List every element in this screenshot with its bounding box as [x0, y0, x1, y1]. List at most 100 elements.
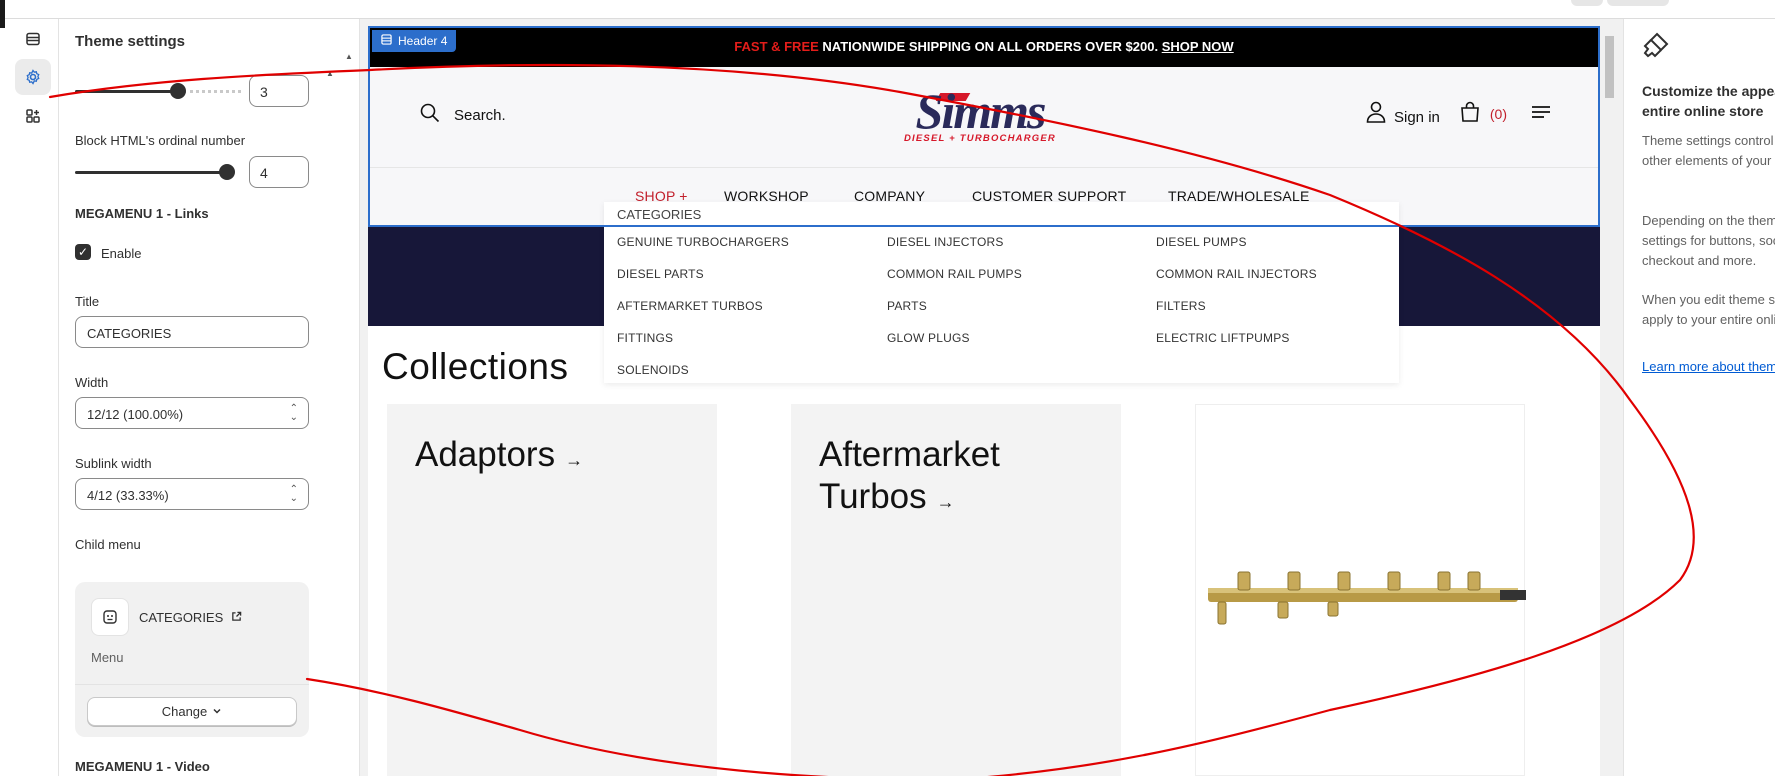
collections-heading: Collections [382, 346, 569, 387]
megamenu-dropdown: CATEGORIES GENUINE TURBOCHARGERS DIESEL … [604, 202, 1399, 383]
child-menu-type: Menu [91, 650, 124, 665]
info-paragraph: Theme settings control the typography an… [1642, 133, 1775, 168]
megamenu-link[interactable]: FILTERS [1156, 299, 1206, 313]
info-panel: Customize the appearance of your entire … [1623, 19, 1775, 776]
select-chevron-icon: ⌃ ⌄ [289, 403, 298, 423]
top-button[interactable] [1571, 0, 1603, 6]
search-label: Search. [454, 106, 506, 124]
paintbrush-icon [1642, 31, 1670, 64]
video-heading: MEGAMENU 1 - Video [75, 759, 210, 774]
child-menu-label: Child menu [75, 537, 141, 552]
arrow-right-icon: → [565, 450, 584, 470]
search-button[interactable]: Search. [420, 103, 506, 127]
top-button[interactable] [1607, 0, 1669, 6]
ordinal-label: Block HTML's ordinal number [75, 133, 246, 148]
scroll-up-arrow-icon[interactable]: ▲ [345, 52, 353, 61]
width-label: Width [75, 375, 109, 390]
megamenu-link[interactable]: DIESEL INJECTORS [887, 235, 1004, 249]
theme-settings-panel: Theme settings 3 Block HTML's ordinal nu… [60, 19, 360, 776]
enable-checkbox[interactable]: ✓ [75, 244, 91, 260]
megamenu-link[interactable]: GLOW PLUGS [887, 331, 970, 345]
divider [75, 684, 309, 685]
shop-now-link[interactable]: SHOP NOW [1162, 39, 1234, 54]
announcement-prefix: FAST & FREE [734, 39, 819, 54]
collection-title-text: Adaptors [415, 435, 556, 474]
arrow-right-icon: → [936, 492, 955, 512]
enable-label: Enable [101, 246, 142, 261]
announcement-text: NATIONWIDE SHIPPING ON ALL ORDERS OVER $… [822, 39, 1159, 54]
sublink-width-select[interactable]: 4/12 (33.33%) ⌃ ⌄ [75, 478, 309, 510]
scrollbar-thumb[interactable] [1605, 36, 1614, 98]
slider-row: 4 [75, 156, 315, 188]
change-button[interactable]: Change [87, 697, 297, 726]
info-paragraph: When you edit theme settings, changes ap… [1642, 292, 1775, 327]
slider-row: 3 [75, 75, 315, 107]
chevron-down-icon [212, 704, 222, 719]
info-paragraph: Depending on the theme, this can include… [1642, 213, 1775, 268]
announcement-bar: FAST & FREE NATIONWIDE SHIPPING ON ALL O… [368, 26, 1600, 67]
width-select[interactable]: 12/12 (100.00%) ⌃ ⌄ [75, 397, 309, 429]
logo-wordmark: Simms [915, 83, 1047, 139]
slider-handle[interactable] [170, 83, 186, 99]
external-link-icon[interactable] [231, 610, 242, 625]
collection-card-title: Aftermarket Turbos → [819, 434, 1039, 523]
slider-track [75, 171, 227, 174]
title-input[interactable]: CATEGORIES [75, 316, 309, 348]
account-icon[interactable] [1366, 101, 1386, 127]
child-menu-card: CATEGORIES Menu Change [75, 582, 309, 737]
editor-icon-rail [5, 19, 59, 776]
collection-card-aftermarket-turbos[interactable]: Aftermarket Turbos → [791, 404, 1121, 776]
scroll-up-arrow-icon[interactable]: ▲ [326, 69, 334, 78]
megamenu-link[interactable]: ELECTRIC LIFTPUMPS [1156, 331, 1290, 345]
learn-more-link[interactable]: Learn more about theme settings [1642, 359, 1775, 374]
hamburger-menu-icon[interactable] [1531, 105, 1551, 123]
megamenu-title: CATEGORIES [617, 207, 702, 222]
megamenu-link[interactable]: SOLENOIDS [617, 363, 689, 377]
store-preview: FAST & FREE NATIONWIDE SHIPPING ON ALL O… [368, 26, 1600, 776]
preview-scrollbar[interactable] [1602, 26, 1618, 776]
width-select-value: 12/12 (100.00%) [87, 407, 184, 422]
collection-title-text: Aftermarket Turbos [819, 435, 1000, 516]
search-icon [420, 103, 440, 127]
title-label: Title [75, 294, 100, 309]
theme-settings-icon[interactable] [15, 59, 51, 95]
store-header: Search. Simms DIESEL + TURBOCHARGER Sign… [368, 67, 1600, 167]
ordinal-value-input[interactable]: 4 [249, 156, 309, 188]
store-logo[interactable]: Simms DIESEL + TURBOCHARGER [880, 85, 1080, 145]
megamenu-link[interactable]: AFTERMARKET TURBOS [617, 299, 763, 313]
slider-value-input[interactable]: 3 [249, 75, 309, 107]
megamenu-link[interactable]: DIESEL PUMPS [1156, 235, 1247, 249]
logo-tagline: DIESEL + TURBOCHARGER [904, 133, 1056, 144]
panel-title: Theme settings [75, 33, 186, 50]
megamenu-link[interactable]: COMMON RAIL PUMPS [887, 267, 1022, 281]
cart-icon[interactable] [1460, 101, 1480, 127]
info-heading: Customize the appearance of your entire … [1642, 83, 1775, 119]
app-root: Theme settings 3 Block HTML's ordinal nu… [0, 0, 1775, 776]
sections-icon[interactable] [15, 21, 51, 57]
slider-track-rest [183, 90, 241, 93]
cart-count[interactable]: (0) [1490, 106, 1507, 122]
child-menu-name[interactable]: CATEGORIES [139, 610, 242, 625]
slider-handle[interactable] [219, 164, 235, 180]
fuel-rail-image [1208, 571, 1526, 625]
slider-track [75, 90, 177, 93]
apps-icon[interactable] [15, 98, 51, 134]
change-button-label: Change [161, 704, 208, 719]
megamenu-link[interactable]: FITTINGS [617, 331, 673, 345]
sublink-width-label: Sublink width [75, 456, 152, 471]
header-actions: Sign in (0) [1366, 101, 1551, 127]
links-heading: MEGAMENU 1 - Links [75, 206, 209, 221]
collection-card-adaptors[interactable]: Adaptors → [387, 404, 717, 776]
megamenu-link[interactable]: COMMON RAIL INJECTORS [1156, 267, 1317, 281]
sign-in-link[interactable]: Sign in [1394, 109, 1440, 126]
top-bar [0, 0, 1775, 28]
menu-icon [91, 598, 129, 636]
megamenu-link[interactable]: PARTS [887, 299, 927, 313]
select-chevron-icon: ⌃ ⌄ [289, 484, 298, 504]
sublink-select-value: 4/12 (33.33%) [87, 488, 169, 503]
megamenu-link[interactable]: GENUINE TURBOCHARGERS [617, 235, 789, 249]
megamenu-link[interactable]: DIESEL PARTS [617, 267, 704, 281]
collection-card-title: Adaptors → [415, 434, 583, 481]
collection-card-product[interactable] [1195, 404, 1526, 776]
child-menu-name-text: CATEGORIES [139, 610, 224, 625]
